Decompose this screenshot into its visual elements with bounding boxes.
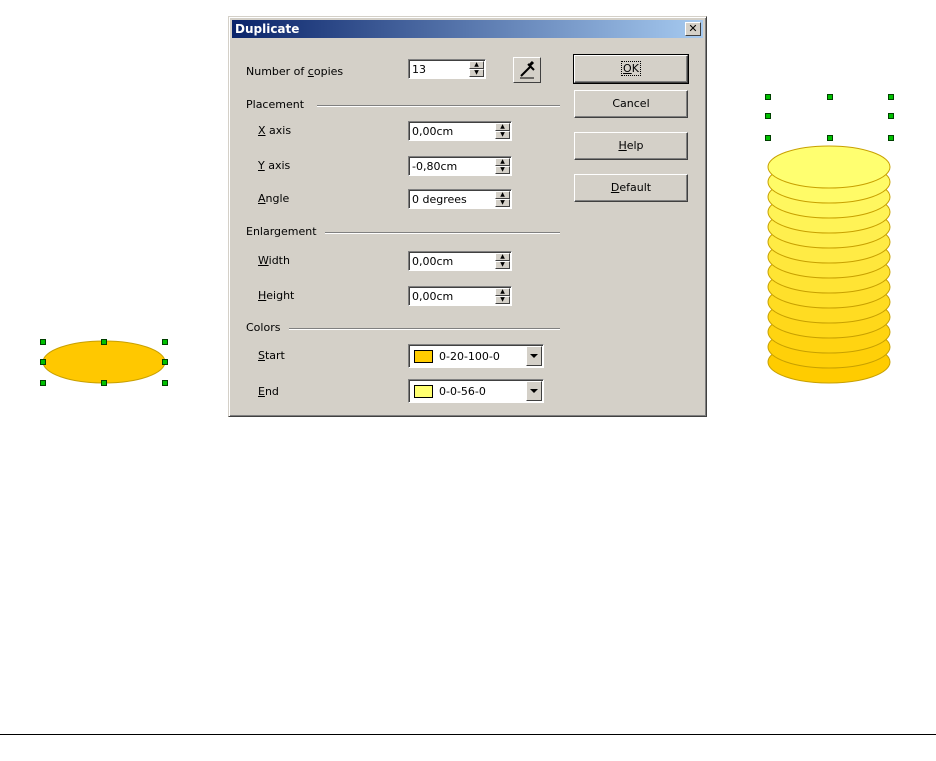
spin-down-icon[interactable]: ▼ — [495, 166, 510, 174]
selection-handle[interactable] — [888, 94, 894, 100]
spin-down-icon[interactable]: ▼ — [495, 296, 510, 304]
x-axis-value: 0,00cm — [412, 125, 454, 138]
width-field[interactable]: 0,00cm ▲ ▼ — [408, 251, 512, 271]
duplicate-dialog: Duplicate ✕ Number of copies 13 ▲ ▼ Place… — [228, 16, 707, 417]
height-spinner[interactable]: ▲ ▼ — [495, 288, 510, 304]
spin-up-icon[interactable]: ▲ — [495, 158, 510, 166]
x-axis-field[interactable]: 0,00cm ▲ ▼ — [408, 121, 512, 141]
y-axis-label: Y axis — [258, 159, 291, 172]
placement-group-label: Placement — [246, 98, 305, 111]
enlargement-divider — [325, 232, 560, 234]
duplicate-ellipse[interactable] — [767, 145, 891, 189]
spin-up-icon[interactable]: ▲ — [495, 123, 510, 131]
spin-down-icon[interactable]: ▼ — [469, 69, 484, 77]
spin-up-icon[interactable]: ▲ — [495, 191, 510, 199]
copies-value: 13 — [412, 63, 426, 76]
width-spinner[interactable]: ▲ ▼ — [495, 253, 510, 269]
end-color-swatch — [414, 385, 433, 398]
page-baseline — [0, 734, 936, 735]
angle-value: 0 degrees — [412, 193, 467, 206]
selection-handle[interactable] — [40, 339, 46, 345]
width-label: Width — [258, 254, 290, 267]
spin-down-icon[interactable]: ▼ — [495, 131, 510, 139]
start-color-value: 0-20-100-0 — [439, 350, 500, 363]
pipette-icon — [520, 60, 535, 79]
selection-handle[interactable] — [765, 135, 771, 141]
close-icon: ✕ — [688, 22, 698, 35]
selection-handle[interactable] — [162, 359, 168, 365]
chevron-down-icon[interactable] — [526, 346, 542, 366]
angle-spinner[interactable]: ▲ ▼ — [495, 191, 510, 207]
end-color-dropdown[interactable]: 0-0-56-0 — [408, 379, 544, 403]
selection-handle[interactable] — [827, 135, 833, 141]
enlargement-group-label: Enlargement — [246, 225, 317, 238]
ok-button[interactable]: OK — [573, 54, 689, 84]
selection-handle[interactable] — [888, 135, 894, 141]
title-bar[interactable]: Duplicate ✕ — [232, 20, 703, 38]
spin-down-icon[interactable]: ▼ — [495, 261, 510, 269]
start-color-swatch — [414, 350, 433, 363]
selection-handle[interactable] — [888, 113, 894, 119]
selection-handle[interactable] — [765, 113, 771, 119]
start-color-dropdown[interactable]: 0-20-100-0 — [408, 344, 544, 368]
selection-handle[interactable] — [40, 359, 46, 365]
cancel-button[interactable]: Cancel — [574, 90, 688, 118]
selection-handle[interactable] — [827, 94, 833, 100]
help-button[interactable]: Help — [574, 132, 688, 160]
height-field[interactable]: 0,00cm ▲ ▼ — [408, 286, 512, 306]
y-axis-spinner[interactable]: ▲ ▼ — [495, 158, 510, 174]
spin-up-icon[interactable]: ▲ — [469, 61, 484, 69]
values-from-selection-button[interactable] — [513, 57, 541, 83]
spin-up-icon[interactable]: ▲ — [495, 253, 510, 261]
selection-handle[interactable] — [40, 380, 46, 386]
start-color-label: Start — [258, 349, 285, 362]
colors-group-label: Colors — [246, 321, 281, 334]
end-color-value: 0-0-56-0 — [439, 385, 486, 398]
height-label: Height — [258, 289, 295, 302]
chevron-down-icon[interactable] — [526, 381, 542, 401]
selection-handle[interactable] — [162, 339, 168, 345]
default-button[interactable]: Default — [574, 174, 688, 202]
selection-handle[interactable] — [101, 339, 107, 345]
dialog-title: Duplicate — [235, 22, 300, 36]
y-axis-field[interactable]: -0,80cm ▲ ▼ — [408, 156, 512, 176]
angle-field[interactable]: 0 degrees ▲ ▼ — [408, 189, 512, 209]
copies-spinner[interactable]: ▲ ▼ — [469, 61, 484, 77]
selection-handle[interactable] — [162, 380, 168, 386]
y-axis-value: -0,80cm — [412, 160, 458, 173]
x-axis-label: X axis — [258, 124, 292, 137]
placement-divider — [317, 105, 560, 107]
copies-label: Number of copies — [246, 65, 344, 78]
spin-down-icon[interactable]: ▼ — [495, 199, 510, 207]
selection-handle[interactable] — [765, 94, 771, 100]
height-value: 0,00cm — [412, 290, 454, 303]
spin-up-icon[interactable]: ▲ — [495, 288, 510, 296]
close-button[interactable]: ✕ — [685, 22, 701, 36]
copies-spinfield[interactable]: 13 ▲ ▼ — [408, 59, 486, 79]
end-color-label: End — [258, 385, 279, 398]
width-value: 0,00cm — [412, 255, 454, 268]
colors-divider — [289, 328, 560, 330]
selection-handle[interactable] — [101, 380, 107, 386]
x-axis-spinner[interactable]: ▲ ▼ — [495, 123, 510, 139]
angle-label: Angle — [258, 192, 290, 205]
